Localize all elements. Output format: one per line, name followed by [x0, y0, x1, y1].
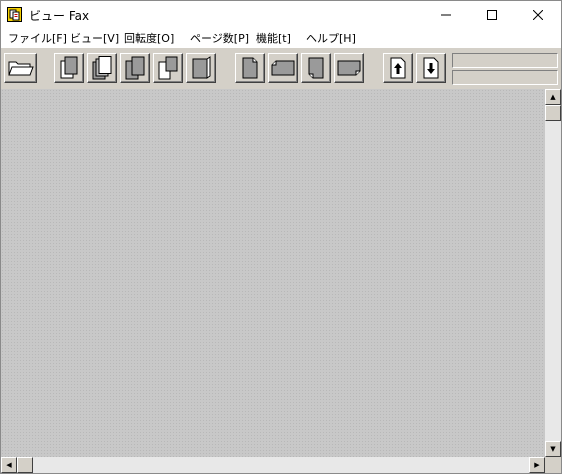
arrow-up-icon	[390, 57, 406, 79]
menu-function[interactable]: 機能[t]	[253, 30, 294, 46]
maximize-button[interactable]	[469, 1, 515, 29]
next-page-button[interactable]	[416, 53, 446, 83]
scroll-right-button[interactable]: ▶	[529, 457, 545, 473]
close-button[interactable]	[515, 1, 561, 29]
page-stack-3-icon	[125, 56, 145, 80]
scroll-up-arrow-icon: ▲	[550, 93, 556, 101]
page-stack-1-icon	[60, 56, 78, 79]
horizontal-scroll-thumb[interactable]	[17, 457, 33, 473]
app-icon	[7, 7, 22, 22]
page-stack-5-icon	[192, 56, 211, 79]
view-mode-2-button[interactable]	[87, 53, 117, 83]
scroll-right-arrow-icon: ▶	[534, 461, 540, 469]
previous-page-button[interactable]	[383, 53, 413, 83]
horizontal-scrollbar[interactable]: ◀ ▶	[1, 457, 545, 473]
maximize-icon	[487, 10, 497, 20]
page-stack-4-icon	[158, 56, 178, 80]
view-mode-1-button[interactable]	[54, 53, 84, 83]
vertical-scroll-thumb[interactable]	[545, 105, 561, 121]
menu-pages[interactable]: ページ数[P]	[187, 30, 252, 46]
menu-rotation[interactable]: 回転度[O]	[121, 30, 177, 46]
scroll-down-button[interactable]: ▼	[545, 441, 561, 457]
rotate-90-button[interactable]	[268, 53, 298, 83]
arrow-down-icon	[423, 57, 439, 79]
menu-file[interactable]: ファイル[F]	[5, 30, 70, 46]
rotate-270-button[interactable]	[334, 53, 364, 83]
scrollbar-corner	[545, 457, 561, 473]
rotate-0-button[interactable]	[235, 53, 265, 83]
toolbar	[1, 47, 561, 90]
open-folder-icon	[7, 61, 34, 76]
menu-help[interactable]: ヘルプ[H]	[303, 30, 359, 46]
minimize-button[interactable]	[423, 1, 469, 29]
open-button[interactable]	[4, 53, 37, 83]
page-stack-2-icon	[92, 56, 112, 80]
scroll-left-button[interactable]: ◀	[1, 457, 17, 473]
minimize-icon	[441, 14, 451, 16]
page-portrait-icon	[242, 57, 258, 79]
window-title: ビュー Fax	[29, 9, 90, 23]
vertical-scrollbar[interactable]: ▲ ▼	[545, 89, 561, 457]
view-mode-5-button[interactable]	[186, 53, 216, 83]
title-bar[interactable]: ビュー Fax	[1, 1, 561, 29]
scroll-left-arrow-icon: ◀	[6, 461, 12, 469]
view-mode-4-button[interactable]	[153, 53, 183, 83]
fax-viewer-window: ビュー Fax ファイル[F] ビュー[V] 回転度[O] ページ数[P] 機能…	[0, 0, 562, 474]
menu-bar: ファイル[F] ビュー[V] 回転度[O] ページ数[P] 機能[t] ヘルプ[…	[1, 29, 561, 47]
rotate-180-button[interactable]	[301, 53, 331, 83]
page-landscape-flip-icon	[337, 60, 361, 76]
scroll-up-button[interactable]: ▲	[545, 89, 561, 105]
page-portrait-flip-icon	[308, 57, 324, 79]
scroll-down-arrow-icon: ▼	[550, 445, 556, 453]
page-landscape-icon	[271, 60, 295, 76]
menu-view[interactable]: ビュー[V]	[67, 30, 122, 46]
close-icon	[533, 10, 543, 20]
view-mode-3-button[interactable]	[120, 53, 150, 83]
status-field-bottom	[452, 70, 558, 85]
fax-view-area[interactable]	[1, 89, 545, 457]
status-field-top	[452, 53, 558, 68]
